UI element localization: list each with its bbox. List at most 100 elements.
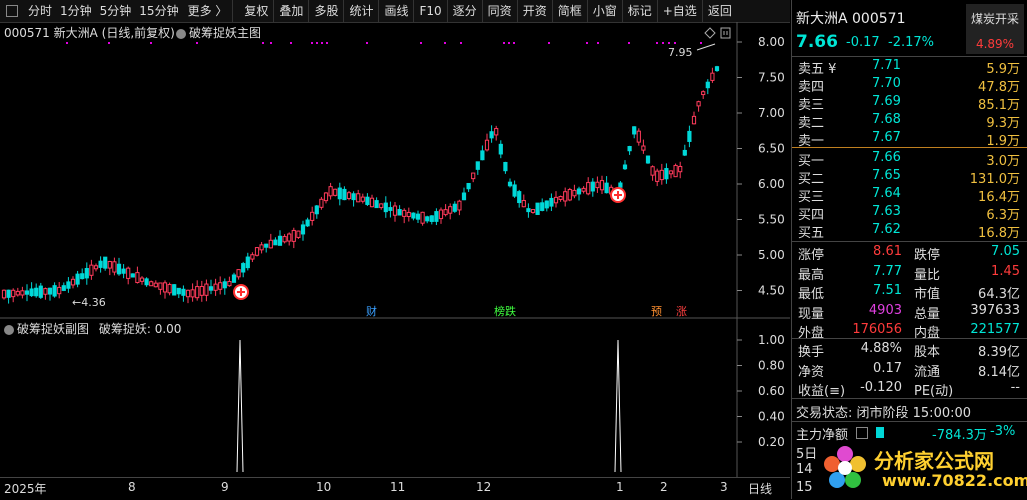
candle-body [471,172,476,180]
toolbar-button-same-fund[interactable]: 同资 [483,0,518,22]
orderbook-volume: 47.8万 [978,80,1020,95]
price-axis-label: 7.00 [758,106,785,120]
orderbook-label: 卖五 ¥ [798,62,837,77]
candle-body [20,290,25,296]
candle-body [425,216,430,222]
candle-body [121,268,126,274]
signal-dot [311,42,313,44]
candle-body [236,269,241,278]
date-label: 9 [221,480,229,494]
period-tab-1min[interactable]: 1分钟 [56,0,96,22]
orderbook-row[interactable]: 买一 7.66 3.0万 [792,150,1027,169]
toolbar-button-restore-rights[interactable]: 复权 [239,0,275,22]
orderbook-label: 买一 [798,154,825,169]
chart-scroll-icon[interactable] [720,27,731,39]
toolbar-button-simple-frame[interactable]: 简框 [553,0,588,22]
orderbook-volume: 9.3万 [986,116,1020,131]
toolbar-button-open-fund[interactable]: 开资 [518,0,553,22]
low-price-marker: ←4.36 [72,296,106,309]
event-tag-list-drop[interactable]: 榜跌 [494,303,516,319]
orderbook-row[interactable]: 卖五 ¥ 7.71 5.9万 [792,58,1027,77]
candle-body [655,170,660,182]
candle-body [337,187,342,200]
signal-dot [700,42,702,44]
price-axis-label: 6.50 [758,142,785,156]
sub-indicator-label[interactable]: 破筹捉妖副图 破筹捉妖: 0.00 [4,320,181,337]
candle-body [305,219,310,227]
toolbar-button-back[interactable]: 返回 [703,0,737,22]
toolbar-button-small-window[interactable]: 小窗 [588,0,623,22]
kline-chart-svg[interactable]: 8.00 7.50 7.00 6.50 6.00 5.50 5.00 4.50 1.00 0.8… [0,22,790,477]
candle-body [34,287,39,297]
candle-body [130,273,135,278]
candle-body [402,209,407,217]
period-type-label[interactable]: 日线 [748,480,772,497]
orderbook-price: 7.67 [872,130,901,145]
toolbar-button-f10[interactable]: F10 [414,0,448,22]
orderbook-row[interactable]: 卖一 7.67 1.9万 [792,130,1027,149]
candle-body [195,286,200,299]
event-tag-forecast[interactable]: 预 [651,303,662,319]
toolbar-button-statistics[interactable]: 统计 [344,0,380,22]
orderbook-row[interactable]: 卖四 7.70 47.8万 [792,76,1027,95]
candle-body [254,247,260,256]
orderbook-row[interactable]: 买四 7.63 6.3万 [792,204,1027,223]
period-tab-5min[interactable]: 5分钟 [96,0,136,22]
orderbook-row[interactable]: 买五 7.62 16.8万 [792,222,1027,241]
stat-row: 现量 4903 总量 397633 [792,303,1027,322]
candle-body [540,202,545,211]
candle-body [429,215,434,222]
candle-body [420,211,425,224]
net-flow-pct: -3% [990,424,1016,439]
watermark-logo: 分析家公式网 www.70822.com [822,441,1027,496]
sector-name: 煤炭开采 [970,12,1019,26]
kline-chart-area[interactable]: 8.00 7.50 7.00 6.50 6.00 5.50 5.00 4.50 1.00 0.8… [0,22,790,477]
event-tag-rise[interactable]: 涨 [676,303,687,319]
candle-body [622,164,628,170]
toolbar-button-overlay[interactable]: 叠加 [274,0,310,22]
candle-body [650,166,655,176]
toolbar-button-mark[interactable]: 标记 [623,0,658,22]
price-axis-label: 4.50 [758,284,785,298]
event-tag-finance[interactable]: 财 [366,303,377,319]
candle-body [517,191,522,204]
period-tab-15min[interactable]: 15分钟 [135,0,182,22]
net-flow-row[interactable]: 主力净额 -784.3万 -3% [792,424,1027,443]
main-indicator-label[interactable]: 破筹捉妖主图 [176,24,261,41]
candle-body [489,131,494,139]
stat-label: 流通 [914,364,941,380]
candle-body [273,239,278,246]
orderbook-row[interactable]: 买二 7.65 131.0万 [792,168,1027,187]
candle-body [595,181,600,189]
candle-body [641,145,646,151]
candle-body [38,285,43,298]
stat-value: 221577 [970,322,1020,337]
candle-body [415,213,421,220]
candle-body [664,168,669,180]
candle-body [452,203,457,212]
orderbook-row[interactable]: 买三 7.64 16.4万 [792,186,1027,205]
candle-body [176,287,181,295]
menu-icon[interactable] [6,5,18,17]
period-tab-intraday[interactable]: 分时 [24,0,56,22]
period-more-button[interactable]: 更多 〉 [183,0,234,22]
orderbook-volume: 16.4万 [978,190,1020,205]
candle-body [75,273,80,285]
candle-body [461,192,467,201]
toolbar-button-add-watchlist[interactable]: +自选 [658,0,703,22]
price-axis-label: 8.00 [758,35,785,49]
orderbook-row[interactable]: 卖三 7.69 85.1万 [792,94,1027,113]
orderbook-row[interactable]: 卖二 7.68 9.3万 [792,112,1027,131]
sub-axis-label: 0.20 [758,435,785,449]
stat-value: -- [1010,380,1020,395]
toolbar-button-multi-stock[interactable]: 多股 [309,0,345,22]
sub-axis-label: 1.00 [758,333,785,347]
stat-label: 量比 [914,267,941,283]
stat-label: 现量 [798,306,825,322]
date-label: 12 [476,480,492,494]
toolbar-button-by-minute[interactable]: 逐分 [448,0,483,22]
candle-body [222,281,227,289]
signal-dot [316,42,318,44]
toolbar-button-draw-line[interactable]: 画线 [379,0,415,22]
candle-body [388,207,393,211]
